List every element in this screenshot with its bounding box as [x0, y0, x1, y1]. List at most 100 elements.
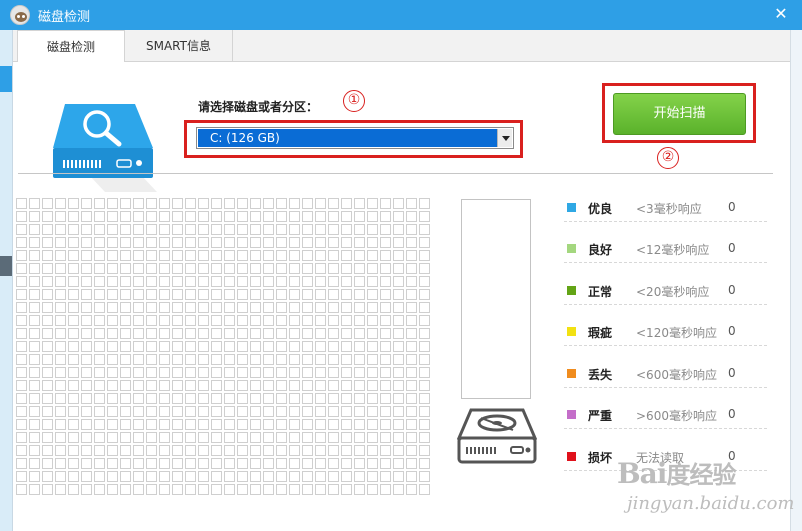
sector-cell [42, 289, 53, 300]
sector-cell [198, 328, 209, 339]
sector-cell [29, 380, 40, 391]
sector-cell [393, 458, 404, 469]
sector-cell [94, 432, 105, 443]
sector-cell [250, 263, 261, 274]
tab-smart-info[interactable]: SMART信息 [125, 30, 233, 62]
sector-cell [419, 250, 430, 261]
legend-name: 正常 [588, 285, 613, 299]
hard-drive-icon [457, 408, 537, 464]
legend-name: 瑕疵 [588, 326, 613, 340]
legend-row-good: 良好 <12毫秒响应 0 [564, 236, 767, 263]
sector-cell [250, 406, 261, 417]
chevron-down-icon[interactable] [497, 129, 512, 147]
sector-cell [302, 432, 313, 443]
sector-cell [302, 341, 313, 352]
sector-cell [315, 263, 326, 274]
sector-cell [367, 445, 378, 456]
sector-cell [237, 341, 248, 352]
disk-partition-select[interactable]: C: (126 GB) [196, 127, 514, 149]
close-icon[interactable]: ✕ [770, 3, 792, 25]
sector-cell [55, 237, 66, 248]
sector-cell [42, 393, 53, 404]
sector-cell [237, 445, 248, 456]
start-scan-button[interactable]: 开始扫描 [613, 93, 746, 135]
sector-cell [224, 237, 235, 248]
sector-cell [133, 263, 144, 274]
sector-cell [211, 419, 222, 430]
sector-cell [276, 198, 287, 209]
sector-cell [120, 393, 131, 404]
sector-cell [276, 406, 287, 417]
sector-cell [107, 341, 118, 352]
legend-desc: >600毫秒响应 [636, 409, 717, 423]
sector-cell [406, 458, 417, 469]
sector-cell [172, 354, 183, 365]
sector-cell [29, 328, 40, 339]
sector-cell [211, 263, 222, 274]
sector-cell [302, 367, 313, 378]
sector-cell [120, 484, 131, 495]
sector-cell [133, 250, 144, 261]
legend-swatch [567, 452, 576, 461]
sector-cell [81, 250, 92, 261]
sector-cell [172, 276, 183, 287]
sector-cell [328, 432, 339, 443]
sector-cell [263, 263, 274, 274]
sector-cell [42, 354, 53, 365]
sector-cell [146, 328, 157, 339]
sector-cell [211, 302, 222, 313]
sector-cell [146, 419, 157, 430]
tab-disk-check[interactable]: 磁盘检测 [17, 30, 125, 63]
sector-cell [146, 198, 157, 209]
sector-cell [406, 302, 417, 313]
sector-cell [393, 406, 404, 417]
sector-cell [289, 393, 300, 404]
sector-cell [198, 354, 209, 365]
sector-cell [29, 315, 40, 326]
sector-cell [133, 393, 144, 404]
legend-swatch [567, 410, 576, 419]
sector-cell [406, 263, 417, 274]
sector-cell [55, 250, 66, 261]
sector-cell [185, 393, 196, 404]
sector-cell [29, 289, 40, 300]
sector-cell [354, 354, 365, 365]
sector-cell [250, 367, 261, 378]
sector-cell [16, 458, 27, 469]
sector-cell [406, 406, 417, 417]
sector-cell [29, 432, 40, 443]
sector-cell [315, 276, 326, 287]
sector-cell [146, 315, 157, 326]
sector-cell [354, 198, 365, 209]
sector-cell [42, 276, 53, 287]
sector-cell [16, 302, 27, 313]
sector-cell [159, 198, 170, 209]
sector-cell [354, 432, 365, 443]
sector-cell [302, 315, 313, 326]
sector-cell [419, 380, 430, 391]
sector-cell [107, 354, 118, 365]
sector-cell [263, 250, 274, 261]
sector-cell [68, 315, 79, 326]
sector-cell [406, 354, 417, 365]
sector-cell [42, 250, 53, 261]
sector-cell [302, 393, 313, 404]
sector-cell [393, 432, 404, 443]
sector-cell [393, 328, 404, 339]
sector-cell [146, 445, 157, 456]
sector-cell [367, 289, 378, 300]
sector-cell [198, 276, 209, 287]
sector-cell [380, 471, 391, 482]
sector-cell [120, 354, 131, 365]
sector-cell [250, 276, 261, 287]
sector-cell [289, 406, 300, 417]
sector-cell [133, 484, 144, 495]
sector-cell [198, 432, 209, 443]
sector-cell [55, 432, 66, 443]
sector-cell [289, 419, 300, 430]
sector-cell [120, 458, 131, 469]
sector-cell [42, 484, 53, 495]
sector-cell [146, 367, 157, 378]
legend-swatch [567, 203, 576, 212]
sector-cell [393, 198, 404, 209]
